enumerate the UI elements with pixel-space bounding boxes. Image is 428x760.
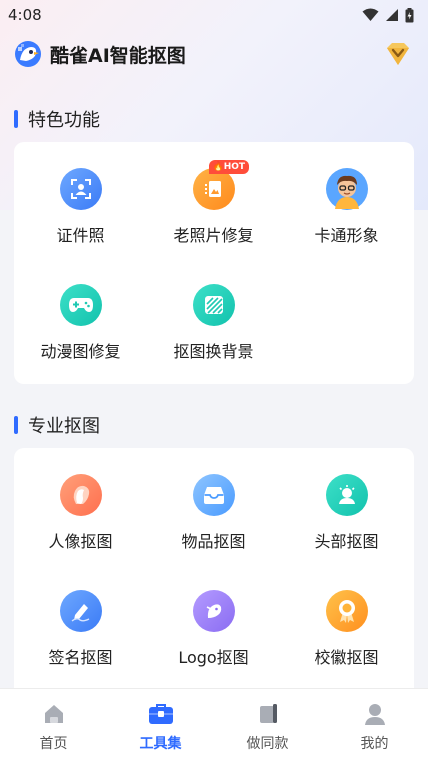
head-icon bbox=[325, 474, 368, 516]
tray-icon bbox=[192, 474, 235, 516]
tool-logo-cutout[interactable]: Logo抠图 bbox=[147, 564, 280, 674]
tab-label: 工具集 bbox=[139, 736, 182, 752]
tool-label: 证件照 bbox=[56, 226, 105, 245]
tool-label: 抠图换背景 bbox=[173, 342, 254, 361]
tool-label: 校徽抠图 bbox=[314, 648, 379, 667]
badge-medal-icon bbox=[325, 590, 368, 632]
section-marker bbox=[14, 110, 18, 128]
tool-id-photo[interactable]: 证件照 bbox=[14, 142, 147, 252]
pro-title-text: 专业抠图 bbox=[28, 416, 100, 437]
app-logo-icon bbox=[15, 41, 41, 67]
pro-card: 人像抠图 物品抠图 头部抠图 签名抠图 Logo抠图 校徽抠图 bbox=[14, 448, 414, 698]
old-photo-icon: 🔥HOT bbox=[192, 160, 250, 210]
tool-object-cutout[interactable]: 物品抠图 bbox=[147, 448, 280, 558]
background-swap-icon bbox=[192, 284, 235, 326]
tab-label: 我的 bbox=[360, 736, 389, 752]
tab-profile[interactable]: 我的 bbox=[321, 689, 428, 760]
battery-icon bbox=[405, 7, 414, 22]
signal-icon bbox=[386, 9, 398, 21]
tool-label: 卡通形象 bbox=[314, 226, 379, 245]
cartoon-avatar-icon bbox=[325, 168, 368, 210]
wifi-icon bbox=[362, 8, 379, 21]
featured-section-title: 特色功能 bbox=[14, 106, 100, 132]
featured-card: 证件照 🔥HOT 老照片修复 卡通形象 动漫图修复 抠图换背景 bbox=[14, 142, 414, 384]
tool-label: 物品抠图 bbox=[181, 532, 246, 551]
bottom-tab-bar: 首页 工具集 做同款 我的 bbox=[0, 688, 428, 760]
tool-label: 动漫图修复 bbox=[40, 342, 121, 361]
tab-label: 首页 bbox=[39, 736, 68, 752]
featured-title-text: 特色功能 bbox=[28, 110, 100, 131]
status-time: 4:08 bbox=[8, 6, 42, 24]
tool-portrait-cutout[interactable]: 人像抠图 bbox=[14, 448, 147, 558]
tool-cartoon-avatar[interactable]: 卡通形象 bbox=[280, 142, 413, 252]
home-icon bbox=[41, 701, 67, 727]
tool-old-photo-repair[interactable]: 🔥HOT 老照片修复 bbox=[147, 142, 280, 252]
tool-background-swap[interactable]: 抠图换背景 bbox=[147, 258, 280, 368]
pen-icon bbox=[59, 590, 102, 632]
status-bar: 4:08 bbox=[0, 0, 428, 30]
portrait-icon bbox=[59, 474, 102, 516]
tab-home[interactable]: 首页 bbox=[0, 689, 107, 760]
status-icons bbox=[362, 7, 414, 23]
pro-section-title: 专业抠图 bbox=[14, 412, 100, 438]
hot-badge: 🔥HOT bbox=[208, 160, 250, 174]
tab-label: 做同款 bbox=[246, 736, 289, 752]
gamepad-icon bbox=[59, 284, 102, 326]
id-photo-icon bbox=[59, 168, 102, 210]
app-header: 酷雀AI智能抠图 bbox=[0, 36, 428, 72]
vip-crown-icon[interactable] bbox=[382, 38, 414, 70]
tab-toolbox[interactable]: 工具集 bbox=[107, 689, 214, 760]
toolbox-icon bbox=[148, 701, 174, 727]
tool-label: 签名抠图 bbox=[48, 648, 113, 667]
tool-school-badge-cutout[interactable]: 校徽抠图 bbox=[280, 564, 413, 674]
profile-icon bbox=[362, 701, 388, 727]
app-title: 酷雀AI智能抠图 bbox=[50, 44, 186, 67]
section-marker bbox=[14, 416, 18, 434]
tool-label: 头部抠图 bbox=[314, 532, 379, 551]
tool-label: Logo抠图 bbox=[178, 648, 249, 667]
tool-anime-repair[interactable]: 动漫图修复 bbox=[14, 258, 147, 368]
tab-copy-style[interactable]: 做同款 bbox=[214, 689, 321, 760]
tool-head-cutout[interactable]: 头部抠图 bbox=[280, 448, 413, 558]
tool-label: 人像抠图 bbox=[48, 532, 113, 551]
logo-bird-icon bbox=[192, 590, 235, 632]
tool-label: 老照片修复 bbox=[173, 226, 254, 245]
tool-signature-cutout[interactable]: 签名抠图 bbox=[14, 564, 147, 674]
copy-style-icon bbox=[255, 701, 281, 727]
